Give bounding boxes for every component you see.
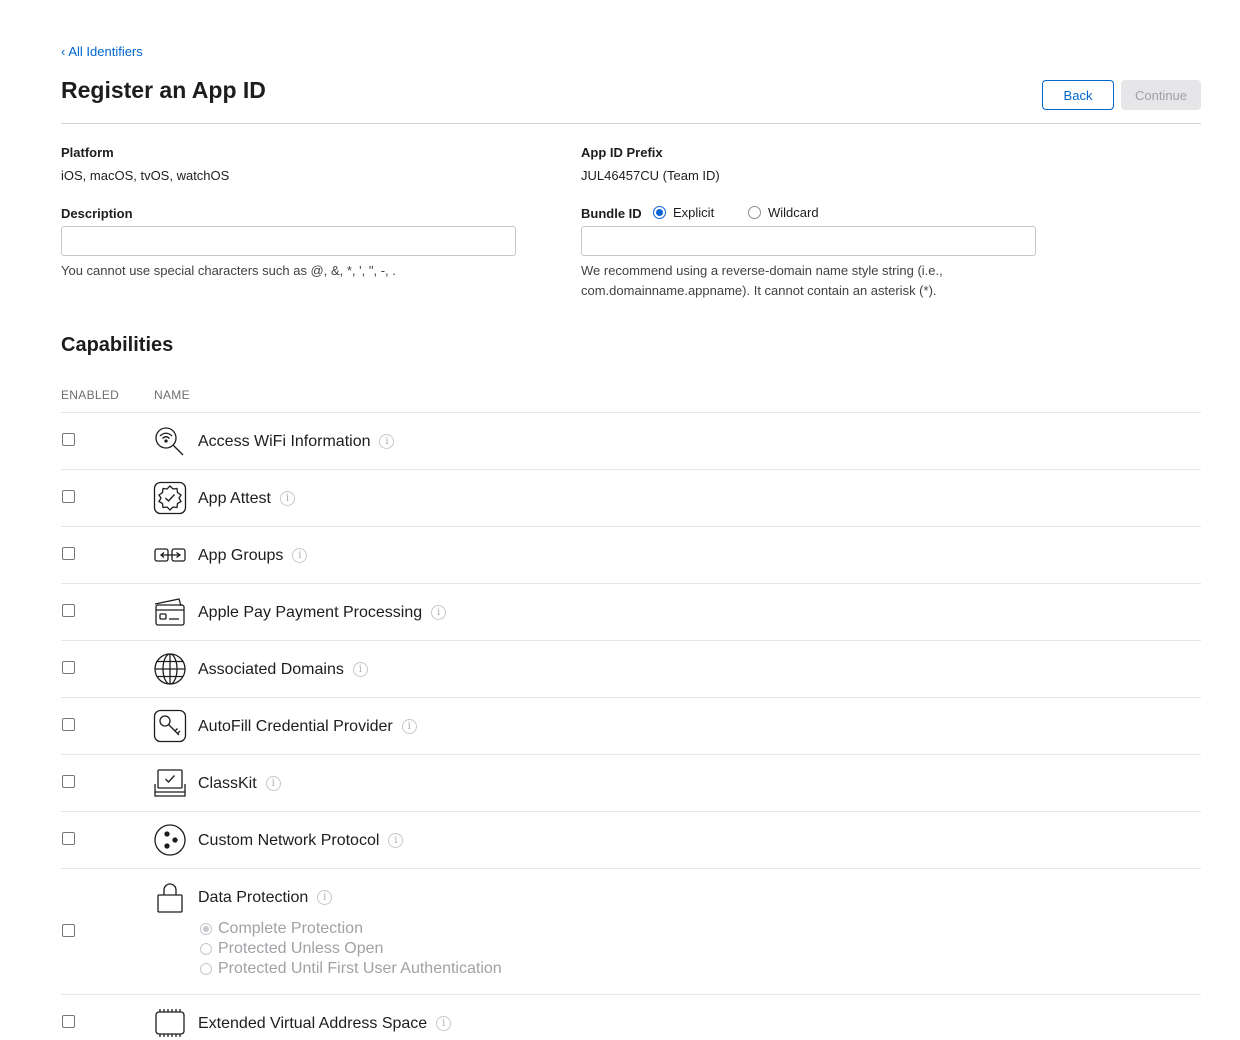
bundle-id-help-line2: com.domainname.appname). It cannot conta… [581,283,937,298]
capability-row: App Groups i [61,526,1201,583]
capability-enable-checkbox[interactable] [62,661,75,674]
info-icon[interactable]: i [388,833,404,849]
network-protocol-icon [153,823,187,857]
info-icon[interactable]: i [317,890,333,906]
capability-name: AutoFill Credential Provider i [198,718,417,736]
lock-icon [153,880,187,914]
app-groups-icon [153,538,187,572]
capability-enable-checkbox[interactable] [62,775,75,788]
capability-name-text: Data Protection [198,889,309,906]
info-icon[interactable]: i [379,434,395,450]
capabilities-title: Capabilities [61,334,174,356]
info-icon[interactable]: i [431,605,447,621]
capability-enable-checkbox[interactable] [62,1015,75,1028]
capability-name-text: Custom Network Protocol [198,832,380,849]
wildcard-label: Wildcard [768,205,819,220]
info-icon[interactable]: i [352,662,368,678]
capability-enable-checkbox[interactable] [62,490,75,503]
capability-name: Extended Virtual Address Space i [198,1015,452,1033]
info-icon[interactable]: i [436,1016,452,1032]
globe-icon [153,652,187,686]
memory-chip-icon [153,1006,187,1040]
option-radio[interactable] [200,943,212,955]
capability-name-text: App Groups [198,547,284,564]
platform-label: Platform [61,145,114,160]
capability-name: Associated Domains i [198,661,368,679]
breadcrumb[interactable]: ‹ All Identifiers [61,44,143,59]
capability-row: Access WiFi Information i [61,412,1201,469]
capability-name: App Groups i [198,547,308,565]
capability-name: Data Protection i [198,889,333,907]
capability-enable-checkbox[interactable] [62,718,75,731]
data-protection-option[interactable]: Complete Protection [200,920,363,938]
bundle-id-explicit-option[interactable]: Explicit [653,205,714,220]
app-id-prefix-value: JUL46457CU (Team ID) [581,168,720,183]
capability-name-text: Associated Domains [198,661,344,678]
platform-value: iOS, macOS, tvOS, watchOS [61,168,230,183]
option-label: Protected Unless Open [218,940,384,957]
capability-row: Apple Pay Payment Processing i [61,583,1201,640]
capability-row: Custom Network Protocol i [61,811,1201,868]
capability-name-text: Access WiFi Information [198,433,371,450]
credit-card-icon [153,595,187,629]
option-radio[interactable] [200,923,212,935]
capability-name: App Attest i [198,490,295,508]
capability-enable-checkbox[interactable] [62,832,75,845]
chevron-left-icon: ‹ [61,44,66,59]
info-icon[interactable]: i [265,776,281,792]
capability-name-text: ClassKit [198,775,257,792]
capability-name: Custom Network Protocol i [198,832,404,850]
capability-row: Extended Virtual Address Space i [61,994,1201,1040]
capability-row: AutoFill Credential Provider i [61,697,1201,754]
data-protection-option[interactable]: Protected Unless Open [200,940,383,958]
wifi-search-icon [153,424,187,458]
capability-enable-checkbox[interactable] [62,924,75,937]
capability-row: App Attest i [61,469,1201,526]
explicit-radio[interactable] [653,206,666,219]
capability-name-text: Extended Virtual Address Space [198,1015,428,1032]
bundle-id-wildcard-option[interactable]: Wildcard [748,205,819,220]
option-radio[interactable] [200,963,212,975]
bundle-id-help-line1: We recommend using a reverse-domain name… [581,263,943,278]
bundle-id-label: Bundle ID [581,206,642,221]
header-divider [61,123,1201,124]
capability-enable-checkbox[interactable] [62,433,75,446]
back-button[interactable]: Back [1042,80,1114,110]
capability-name: ClassKit i [198,775,281,793]
explicit-label: Explicit [673,205,715,220]
capability-name-text: App Attest [198,490,271,507]
capability-row: Data Protection i Complete Protection Pro… [61,868,1201,994]
classkit-icon [153,766,187,800]
key-icon [153,709,187,743]
name-column-header: NAME [154,388,190,402]
enabled-column-header: ENABLED [61,388,120,402]
capability-row: ClassKit i [61,754,1201,811]
capability-row: Associated Domains i [61,640,1201,697]
capability-name: Access WiFi Information i [198,433,395,451]
info-icon[interactable]: i [279,491,295,507]
capability-name: Apple Pay Payment Processing i [198,604,447,622]
continue-button[interactable]: Continue [1121,80,1201,110]
breadcrumb-label: All Identifiers [68,44,143,59]
data-protection-option[interactable]: Protected Until First User Authenticatio… [200,960,502,978]
info-icon[interactable]: i [401,719,417,735]
option-label: Protected Until First User Authenticatio… [218,960,502,977]
capability-enable-checkbox[interactable] [62,547,75,560]
info-icon[interactable]: i [292,548,308,564]
capability-enable-checkbox[interactable] [62,604,75,617]
badge-check-icon [153,481,187,515]
wildcard-radio[interactable] [748,206,761,219]
page-title: Register an App ID [61,77,266,103]
bundle-id-field[interactable] [581,226,1036,256]
description-help: You cannot use special characters such a… [61,263,396,278]
capability-name-text: Apple Pay Payment Processing [198,604,423,621]
description-label: Description [61,206,133,221]
option-label: Complete Protection [218,920,363,937]
capability-name-text: AutoFill Credential Provider [198,718,393,735]
app-id-prefix-label: App ID Prefix [581,145,663,160]
description-field[interactable] [61,226,516,256]
